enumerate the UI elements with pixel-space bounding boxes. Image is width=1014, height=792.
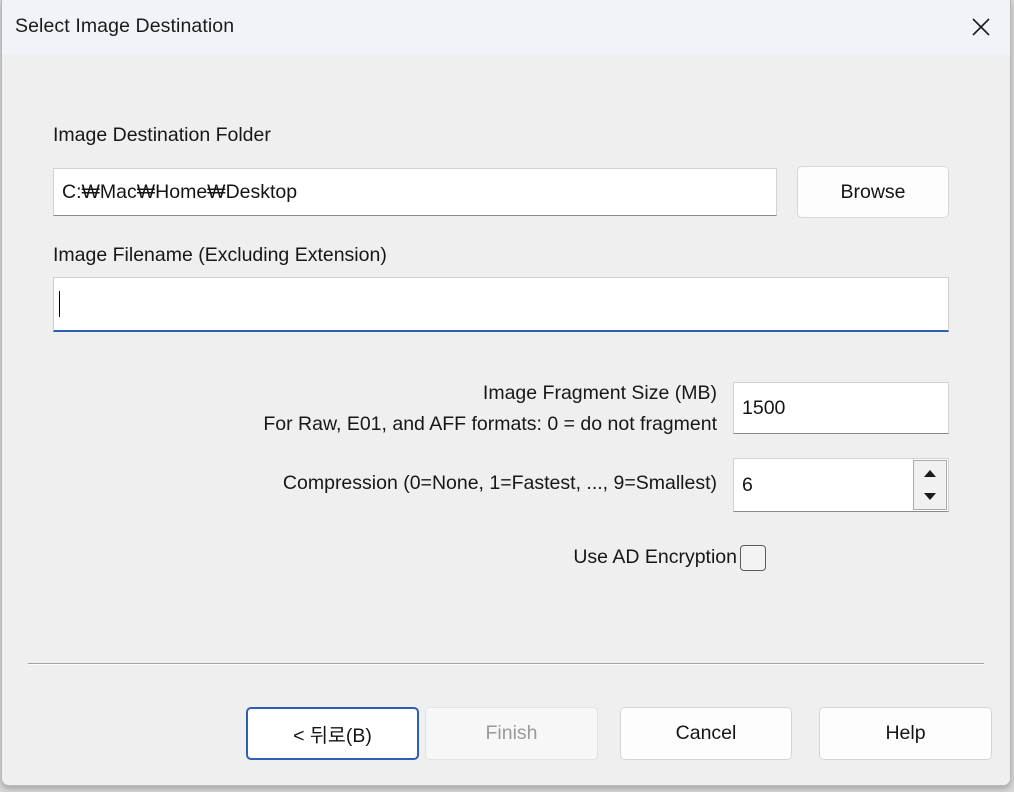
compression-label: Compression (0=None, 1=Fastest, ..., 9=S… [282,472,717,494]
image-filename-label: Image Filename (Excluding Extension) [53,244,387,266]
fragment-size-input[interactable]: 1500 [733,382,949,434]
footer-separator [28,663,984,665]
fragment-size-label-line1: Image Fragment Size (MB) [482,382,717,404]
destination-folder-label: Image Destination Folder [53,124,271,146]
ad-encryption-checkbox[interactable] [740,545,766,571]
image-filename-input[interactable] [53,277,949,332]
ad-encryption-label: Use AD Encryption [573,546,737,568]
close-button[interactable] [952,0,1010,54]
dialog-body: Image Destination Folder C:₩Mac₩Home₩Des… [2,54,1010,785]
finish-button[interactable]: Finish [425,707,598,760]
back-button[interactable]: < 뒤로(B) [246,707,419,760]
cancel-button[interactable]: Cancel [620,707,792,760]
spinner-up-button[interactable] [915,462,945,486]
select-image-destination-dialog: Select Image Destination Image Destinati… [1,0,1011,786]
spinner-down-icon [924,493,936,500]
compression-spinner[interactable]: 6 [733,458,949,512]
help-button[interactable]: Help [819,707,992,760]
close-icon [970,16,992,38]
title-bar: Select Image Destination [2,0,1010,54]
text-caret [59,291,60,317]
spinner-buttons [913,460,947,510]
spinner-up-icon [924,470,936,477]
browse-button[interactable]: Browse [797,166,949,218]
spinner-down-button[interactable] [915,485,945,508]
window-title: Select Image Destination [15,15,235,37]
fragment-size-label-line2: For Raw, E01, and AFF formats: 0 = do no… [263,413,717,435]
destination-folder-input[interactable]: C:₩Mac₩Home₩Desktop [53,168,777,216]
